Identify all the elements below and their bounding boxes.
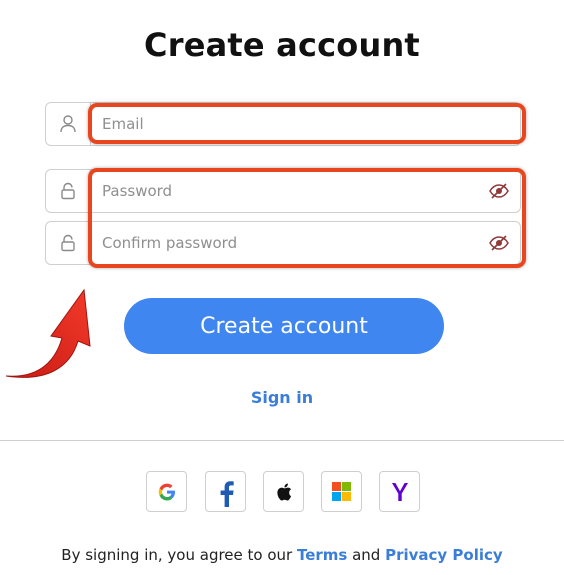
terms-line: By signing in, you agree to our Terms an… — [0, 546, 564, 564]
page-title: Create account — [144, 26, 420, 64]
yahoo-login-button[interactable] — [379, 471, 420, 512]
divider — [0, 440, 564, 441]
terms-prefix: By signing in, you agree to our — [61, 546, 297, 564]
eye-slash-icon[interactable] — [488, 233, 510, 253]
social-login-row — [146, 471, 422, 514]
eye-slash-icon[interactable] — [488, 181, 510, 201]
privacy-policy-link[interactable]: Privacy Policy — [385, 546, 503, 564]
user-icon — [46, 103, 91, 145]
microsoft-login-button[interactable] — [321, 471, 362, 512]
apple-login-button[interactable] — [263, 471, 304, 512]
confirm-password-input[interactable] — [102, 222, 476, 264]
apple-icon — [276, 483, 291, 501]
terms-conjunction: and — [347, 546, 386, 564]
facebook-login-button[interactable] — [205, 471, 246, 512]
confirm-password-row — [45, 221, 521, 265]
microsoft-icon — [332, 482, 351, 501]
email-row — [45, 102, 521, 146]
google-login-button[interactable] — [146, 471, 187, 512]
create-account-button[interactable]: Create account — [124, 298, 444, 354]
password-row — [45, 169, 521, 213]
terms-link[interactable]: Terms — [297, 546, 347, 564]
sign-in-link[interactable]: Sign in — [0, 388, 564, 407]
red-arrow-icon — [5, 288, 91, 378]
lock-icon — [46, 222, 91, 264]
facebook-icon — [220, 480, 234, 507]
password-input[interactable] — [102, 170, 476, 212]
google-icon — [158, 483, 175, 500]
yahoo-icon — [391, 482, 408, 501]
lock-icon — [46, 170, 91, 212]
email-input[interactable] — [102, 103, 476, 145]
